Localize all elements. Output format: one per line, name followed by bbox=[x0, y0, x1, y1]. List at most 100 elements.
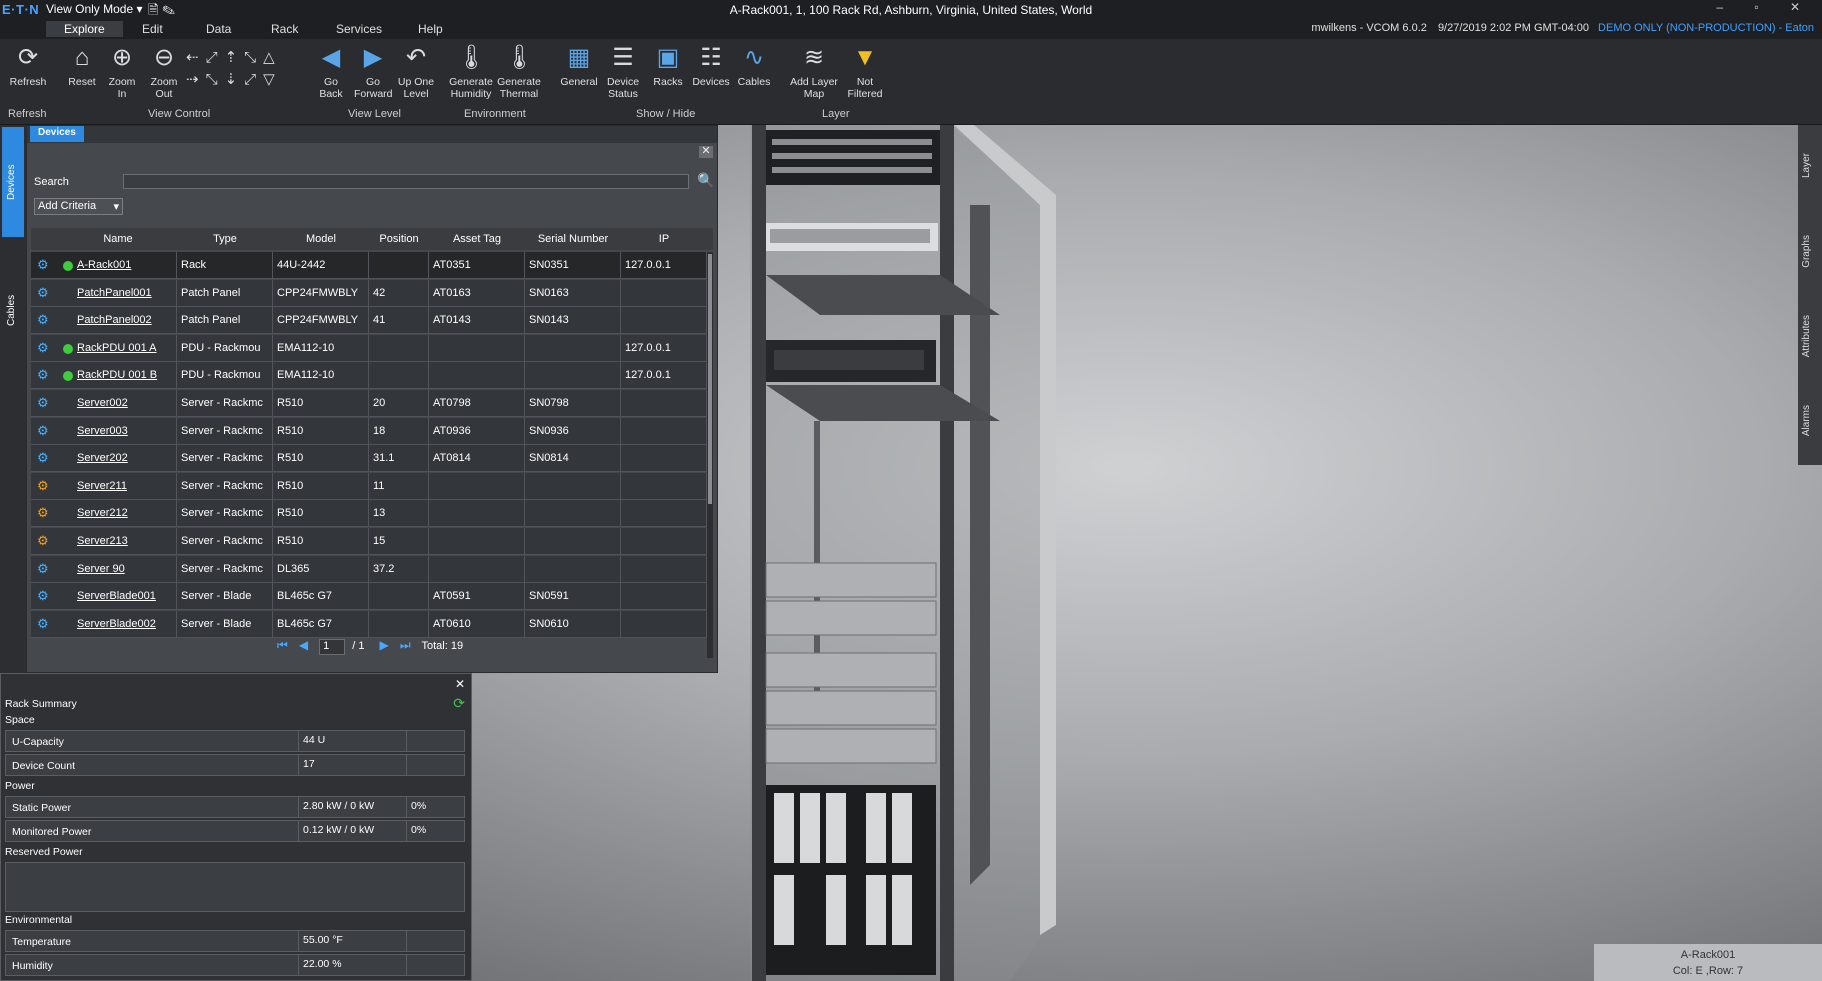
devices-panel-tab[interactable]: Devices bbox=[30, 126, 84, 142]
table-row[interactable]: ⚙ Server003 Server - Rackmc R510 18 AT0936 SN0… bbox=[31, 417, 708, 445]
add-layer-map-button[interactable]: ≋ Add Layer Map bbox=[786, 43, 842, 100]
add-criteria-dropdown[interactable]: Add Criteria ▾ bbox=[34, 198, 123, 215]
col-serial-number[interactable]: Serial Number bbox=[525, 233, 621, 245]
col-position[interactable]: Position bbox=[369, 233, 429, 245]
prev-page-icon[interactable]: ◀ bbox=[299, 638, 308, 652]
menu-services[interactable]: Services bbox=[318, 21, 400, 37]
go-forward-button[interactable]: ▶ Go Forward bbox=[354, 43, 393, 100]
cell-serial bbox=[525, 500, 621, 528]
cell-type: Server - Rackmc bbox=[177, 528, 273, 555]
cell-name[interactable]: A-Rack001 bbox=[73, 252, 177, 279]
refresh-icon[interactable]: ⟳ bbox=[453, 695, 465, 712]
close-icon[interactable]: ✕ bbox=[455, 677, 465, 691]
cell-name[interactable]: Server212 bbox=[73, 500, 177, 528]
zoom-out-button[interactable]: ⊖ Zoom Out bbox=[146, 43, 182, 100]
not-filtered-button[interactable]: ▼ Not Filtered bbox=[842, 43, 888, 100]
cell-ip bbox=[621, 472, 707, 500]
table-row[interactable]: ⚙ ServerBlade002 Server - Blade BL465c G7 AT… bbox=[31, 610, 708, 638]
tab-graphs[interactable]: Graphs bbox=[1801, 235, 1812, 268]
window-controls[interactable]: – ▫ ✕ bbox=[1716, 0, 1814, 14]
table-row[interactable]: ⚙ RackPDU 001 A PDU - Rackmou EMA112-10 127.… bbox=[31, 334, 708, 362]
cell-name[interactable]: RackPDU 001 A bbox=[73, 334, 177, 362]
cell-serial bbox=[525, 472, 621, 500]
cell-model: R510 bbox=[273, 528, 369, 555]
cell-name[interactable]: ServerBlade001 bbox=[73, 583, 177, 611]
cell-name[interactable]: Server213 bbox=[73, 528, 177, 555]
table-scrollbar[interactable] bbox=[707, 252, 713, 658]
device-status-button[interactable]: ☰ Device Status bbox=[602, 43, 644, 100]
col-model[interactable]: Model bbox=[273, 233, 369, 245]
scrollbar-thumb[interactable] bbox=[708, 254, 712, 504]
cell-name[interactable]: Server 90 bbox=[73, 555, 177, 583]
table-row[interactable]: ⚙ Server212 Server - Rackmc R510 13 bbox=[31, 500, 708, 528]
first-page-icon[interactable]: ⏮ bbox=[277, 638, 288, 652]
cell-name[interactable]: Server002 bbox=[73, 390, 177, 417]
refresh-button[interactable]: ⟳ Refresh bbox=[6, 43, 50, 88]
menu-data[interactable]: Data bbox=[188, 21, 249, 37]
table-row[interactable]: ⚙ Server002 Server - Rackmc R510 20 AT0798 SN0… bbox=[31, 390, 708, 417]
racks-button[interactable]: ▣ Racks bbox=[648, 43, 688, 88]
table-row[interactable]: ⚙ Server 90 Server - Rackmc DL365 37.2 bbox=[31, 555, 708, 583]
cell-name[interactable]: Server003 bbox=[73, 417, 177, 445]
cell-name[interactable]: PatchPanel001 bbox=[73, 279, 177, 307]
next-page-icon[interactable]: ▶ bbox=[380, 638, 389, 652]
table-row[interactable]: ⚙ Server202 Server - Rackmc R510 31.1 AT0814 S… bbox=[31, 445, 708, 473]
col-asset-tag[interactable]: Asset Tag bbox=[429, 233, 525, 245]
generate-thermal-button[interactable]: 🌡 Generate Thermal bbox=[496, 43, 542, 100]
cell-model: BL465c G7 bbox=[273, 583, 369, 611]
cell-model: EMA112-10 bbox=[273, 334, 369, 362]
last-page-icon[interactable]: ⏭ bbox=[400, 638, 411, 652]
table-row[interactable]: ⚙ A-Rack001 Rack 44U-2442 AT0351 SN0351 127.0.… bbox=[31, 252, 708, 279]
tab-cables[interactable]: Cables bbox=[2, 265, 24, 355]
cell-serial bbox=[525, 334, 621, 362]
close-icon[interactable]: ✕ bbox=[699, 146, 713, 158]
table-row[interactable]: ⚙ RackPDU 001 B PDU - Rackmou EMA112-10 127.… bbox=[31, 362, 708, 390]
generate-humidity-button[interactable]: 🌡 Generate Humidity bbox=[446, 43, 496, 100]
search-input[interactable] bbox=[123, 174, 689, 189]
cell-ip: 127.0.0.1 bbox=[621, 252, 707, 279]
menu-help[interactable]: Help bbox=[400, 21, 461, 37]
chevron-down-icon: ▾ bbox=[113, 201, 119, 213]
table-row[interactable]: ⚙ PatchPanel002 Patch Panel CPP24FMWBLY 41 AT… bbox=[31, 307, 708, 335]
devices-button[interactable]: ☷ Devices bbox=[690, 43, 732, 88]
tab-alarms[interactable]: Alarms bbox=[1801, 405, 1812, 436]
cell-asset: AT0798 bbox=[429, 390, 525, 417]
group-label-view-level: View Level bbox=[348, 108, 401, 120]
location-badge: A-Rack001 Col: E ,Row: 7 bbox=[1594, 944, 1822, 981]
pan-rotate-arrows-icon[interactable]: ⇠⤢⇡⤡△ ⇢⤡⇣⤢▽ bbox=[186, 47, 296, 91]
cell-name[interactable]: Server202 bbox=[73, 445, 177, 473]
cell-name[interactable]: ServerBlade002 bbox=[73, 610, 177, 638]
table-row[interactable]: ⚙ Server213 Server - Rackmc R510 15 bbox=[31, 528, 708, 555]
col-ip[interactable]: IP bbox=[621, 233, 707, 245]
menu-explore[interactable]: Explore bbox=[46, 21, 123, 37]
table-row[interactable]: ⚙ Server211 Server - Rackmc R510 11 bbox=[31, 472, 708, 500]
page-number-input[interactable]: 1 bbox=[319, 639, 346, 655]
tab-devices[interactable]: Devices bbox=[2, 127, 24, 237]
device-type-icon: ⚙ bbox=[37, 422, 49, 438]
menu-rack[interactable]: Rack bbox=[253, 21, 316, 37]
table-row[interactable]: ⚙ PatchPanel001 Patch Panel CPP24FMWBLY 42 AT… bbox=[31, 279, 708, 307]
cell-name[interactable]: PatchPanel002 bbox=[73, 307, 177, 335]
tab-layer[interactable]: Layer bbox=[1801, 153, 1812, 178]
col-name[interactable]: Name bbox=[77, 233, 159, 245]
cell-serial bbox=[525, 555, 621, 583]
reset-button[interactable]: ⌂ Reset bbox=[62, 43, 102, 88]
zoom-in-button[interactable]: ⊕ Zoom In bbox=[104, 43, 140, 100]
go-back-button[interactable]: ◀ Go Back bbox=[314, 43, 348, 100]
general-button[interactable]: ▦ General bbox=[558, 43, 600, 88]
cell-name[interactable]: RackPDU 001 B bbox=[73, 362, 177, 390]
cell-position: 11 bbox=[369, 472, 429, 500]
rack-3d-model[interactable] bbox=[740, 125, 1060, 981]
table-row[interactable]: ⚙ ServerBlade001 Server - Blade BL465c G7 AT… bbox=[31, 583, 708, 611]
devices-panel: Devices ✕ Search 🔍 Add Criteria ▾ Name T… bbox=[26, 125, 718, 673]
menu-edit[interactable]: Edit bbox=[124, 21, 181, 37]
cell-ip bbox=[621, 390, 707, 417]
cables-button[interactable]: ∿ Cables bbox=[734, 43, 774, 88]
search-icon[interactable]: 🔍 bbox=[697, 172, 714, 189]
tab-attributes[interactable]: Attributes bbox=[1801, 315, 1812, 357]
cell-asset: AT0814 bbox=[429, 445, 525, 473]
col-type[interactable]: Type bbox=[177, 233, 273, 245]
cell-name[interactable]: Server211 bbox=[73, 472, 177, 500]
up-one-level-button[interactable]: ↶ Up One Level bbox=[394, 43, 438, 100]
page-count: / 1 bbox=[352, 640, 365, 652]
